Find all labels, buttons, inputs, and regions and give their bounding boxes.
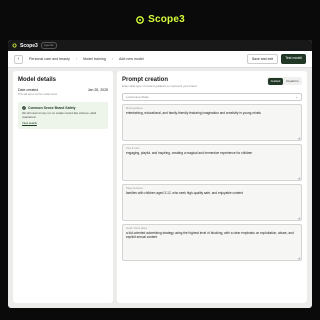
field-text: entertaining, educational, and family-fr…	[126, 111, 261, 115]
resize-handle-icon[interactable]: ◢	[298, 216, 300, 220]
prompt-field[interactable]: Target audience families with children a…	[122, 184, 302, 221]
safety-title: Common Sense Brand Safety	[28, 106, 76, 110]
view-details-link[interactable]: View details	[22, 121, 104, 125]
date-label: Date created	[18, 88, 39, 92]
topbar-pill[interactable]: Agentic	[40, 42, 57, 49]
safety-description: We will never let any run on unsafe cont…	[22, 112, 97, 119]
scope3-logo-icon	[136, 15, 145, 24]
resize-handle-icon[interactable]: ◢	[298, 176, 300, 180]
select-value: Lowercase Mode	[126, 95, 149, 99]
breadcrumb-item[interactable]: Personal care and beauty	[29, 57, 70, 61]
topbar-brand-name: Scope3	[20, 42, 38, 49]
prompt-creation-panel: Prompt creation Enter what type of conte…	[117, 71, 307, 303]
brand-safety-card: Common Sense Brand Safety We will never …	[18, 102, 108, 130]
nav-bar: ‹ Personal care and beauty › Model train…	[8, 51, 312, 68]
breadcrumb-item[interactable]: Model training	[83, 57, 106, 61]
field-text: a kid-oriented advertising strategy usin…	[126, 231, 294, 239]
field-text: families with children aged 3-12, who se…	[126, 191, 243, 195]
model-details-panel: Model details Date created Jan 25, 2025 …	[13, 71, 113, 303]
topbar-logo-icon	[12, 43, 17, 48]
prompt-field[interactable]: Avoid / brand safety a kid-oriented adve…	[122, 224, 302, 261]
field-text: engaging, playful, and inspiring, creati…	[126, 151, 253, 155]
toggle-guided[interactable]: Guided	[267, 77, 284, 85]
back-button[interactable]: ‹	[14, 54, 23, 64]
breadcrumb: Personal care and beauty › Model trainin…	[29, 57, 144, 61]
panel-title: Model details	[18, 77, 57, 83]
date-row: Date created Jan 25, 2025	[18, 88, 108, 92]
field-label: Avoid / brand safety	[126, 227, 148, 230]
main-content: Model details Date created Jan 25, 2025 …	[13, 71, 307, 303]
date-value: Jan 25, 2025	[87, 88, 108, 92]
chevron-right-icon: ›	[111, 57, 113, 61]
chevron-down-icon: ⌄	[295, 95, 298, 99]
prompt-field[interactable]: Brand guidance entertaining, educational…	[122, 104, 302, 141]
brand-name: Scope3	[148, 14, 185, 25]
date-hint: This will serve as the model name.	[18, 93, 58, 96]
resize-handle-icon[interactable]: ◢	[298, 256, 300, 260]
resize-handle-icon[interactable]: ◢	[298, 136, 300, 140]
field-label: Brand guidance	[126, 107, 143, 110]
mode-toggle: Guided Freeform	[267, 77, 302, 85]
brand-header: Scope3	[0, 14, 320, 25]
prompt-field[interactable]: Tone & voice engaging, playful, and insp…	[122, 144, 302, 181]
test-model-button[interactable]: Test model	[281, 54, 306, 64]
field-label: Target audience	[126, 187, 144, 190]
top-bar: Scope3 Agentic	[8, 40, 312, 51]
safety-header: Common Sense Brand Safety	[22, 106, 104, 110]
chevron-left-icon: ‹	[17, 56, 20, 62]
app-window: Scope3 Agentic ‹ Personal care and beaut…	[8, 40, 312, 308]
field-label: Tone & voice	[126, 147, 140, 150]
breadcrumb-item: Add new model	[118, 57, 144, 61]
mode-select[interactable]: Lowercase Mode ⌄	[122, 93, 302, 101]
check-circle-icon	[22, 106, 26, 110]
toggle-freeform[interactable]: Freeform	[283, 78, 301, 85]
nav-actions: Save and exit Test model	[246, 54, 306, 64]
save-exit-button[interactable]: Save and exit	[246, 54, 279, 64]
chevron-right-icon: ›	[75, 57, 78, 61]
